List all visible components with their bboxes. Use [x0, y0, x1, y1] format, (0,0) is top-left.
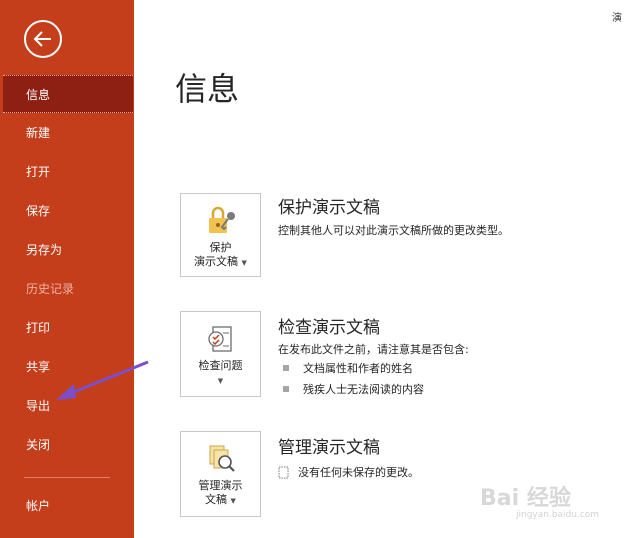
sidebar-item-save[interactable]: 保存 — [0, 191, 134, 229]
document-icon — [278, 466, 289, 478]
inspect-section-description: 在发布此文件之前，请注意其是否包含: — [278, 343, 469, 356]
lock-key-icon — [208, 206, 235, 233]
page-title: 信息 — [175, 70, 240, 108]
sidebar-item-info[interactable]: 信息 — [3, 75, 133, 113]
sidebar-item-share[interactable]: 共享 — [0, 347, 134, 385]
watermark-url: jingyan.baidu.com — [516, 510, 600, 520]
sidebar-item-account[interactable]: 帐户 — [0, 486, 134, 524]
inspect-button-label: 检查问题 ▼ — [198, 359, 243, 385]
sidebar-item-save-as[interactable]: 另存为 — [0, 230, 134, 268]
list-item: 残疾人士无法阅读的内容 — [283, 381, 424, 397]
protect-section-description: 控制其他人可以对此演示文稿所做的更改类型。 — [278, 224, 509, 237]
inspect-section-title: 检查演示文稿 — [278, 318, 380, 338]
manage-presentation-button[interactable]: 管理演示 文稿 ▼ — [180, 431, 261, 517]
bullet-square-icon — [283, 365, 289, 371]
inspect-document-button[interactable]: 检查问题 ▼ — [180, 311, 261, 397]
manage-section-title: 管理演示文稿 — [278, 438, 380, 458]
sidebar-divider — [24, 477, 110, 478]
sidebar-item-history: 历史记录 — [26, 281, 75, 296]
manage-section-description: 没有任何未保存的更改。 — [278, 464, 419, 480]
window-title-fragment: 演 — [612, 13, 622, 24]
back-button[interactable] — [24, 20, 62, 58]
chevron-down-icon: ▼ — [230, 497, 236, 505]
watermark-logo: Bai 经验 — [480, 486, 571, 511]
sidebar-item-close[interactable]: 关闭 — [0, 425, 134, 463]
back-arrow-icon — [33, 31, 51, 47]
sidebar-item-open[interactable]: 打开 — [0, 152, 134, 190]
protect-button-label: 保护 演示文稿 ▼ — [194, 241, 247, 268]
checklist-icon — [207, 326, 232, 352]
bullet-square-icon — [283, 386, 289, 392]
manage-documents-icon — [209, 445, 235, 472]
list-item: 文档属性和作者的姓名 — [283, 360, 413, 376]
backstage-sidebar: 信息 新建 打开 保存 另存为 历史记录 打印 共享 导出 关闭 帐户 — [0, 0, 134, 538]
chevron-down-icon: ▼ — [217, 377, 224, 385]
sidebar-item-new[interactable]: 新建 — [0, 113, 134, 151]
protect-presentation-button[interactable]: 保护 演示文稿 ▼ — [180, 193, 261, 277]
protect-section-title: 保护演示文稿 — [278, 198, 380, 218]
chevron-down-icon: ▼ — [241, 259, 247, 267]
manage-button-label: 管理演示 文稿 ▼ — [198, 479, 243, 506]
sidebar-item-print[interactable]: 打印 — [0, 308, 134, 346]
sidebar-item-export[interactable]: 导出 — [0, 386, 134, 424]
